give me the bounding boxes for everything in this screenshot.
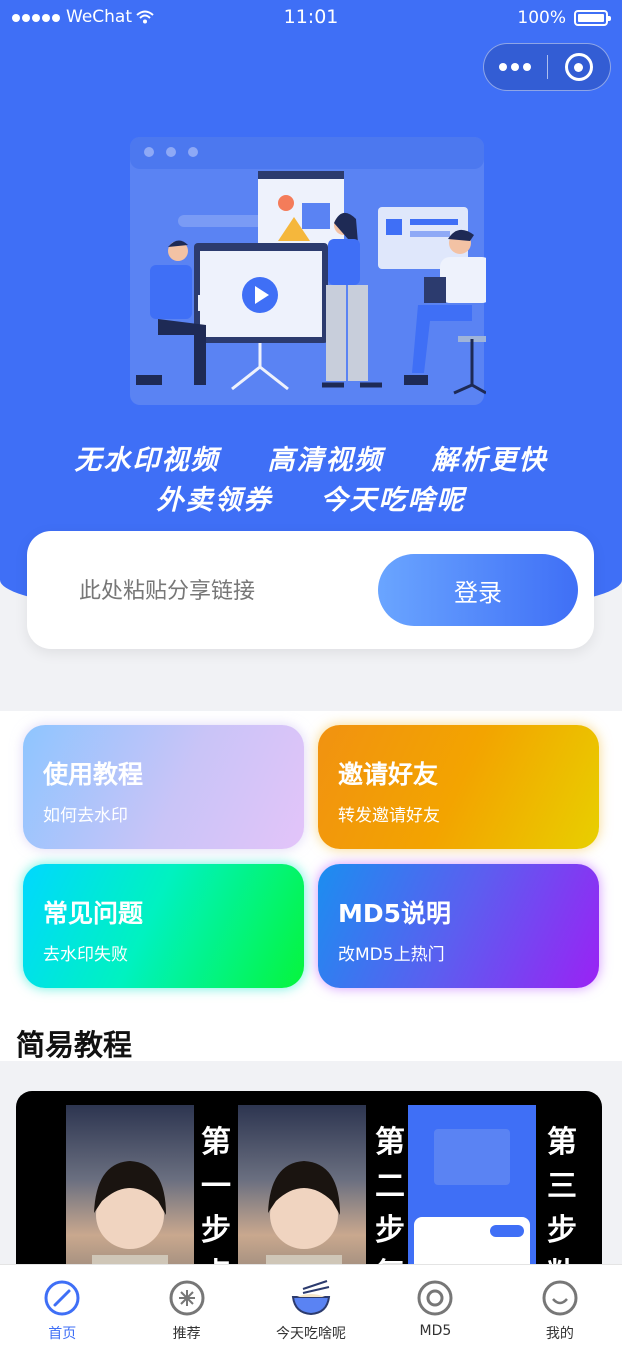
card-tutorial[interactable]: 使用教程 如何去水印 <box>23 725 304 849</box>
tab-label: 我的 <box>545 1326 574 1342</box>
compass-icon <box>44 1280 80 1316</box>
battery-info: 100% <box>517 8 611 28</box>
tab-home[interactable]: 首页 <box>0 1265 124 1348</box>
battery-icon <box>574 10 611 26</box>
slogan-item: 解析更快 <box>431 445 548 476</box>
card-md5[interactable]: MD5说明 改MD5上热门 <box>318 864 599 988</box>
card-title: 邀请好友 <box>338 760 439 789</box>
tab-mine[interactable]: 我的 <box>498 1265 622 1348</box>
card-title: 常见问题 <box>43 899 144 928</box>
miniprogram-capsule <box>483 43 611 91</box>
target-close-icon <box>564 53 593 81</box>
page: WeChat 11:01 100% 无水印视频 高清视频 解析更快 外卖领券 今… <box>0 0 622 1348</box>
tab-md5[interactable]: MD5 <box>373 1265 497 1348</box>
tab-label: 首页 <box>48 1326 77 1342</box>
tab-label: 推荐 <box>172 1326 201 1342</box>
hero-illustration <box>130 137 486 405</box>
card-invite[interactable]: 邀请好友 转发邀请好友 <box>318 725 599 849</box>
card-subtitle: 去水印失败 <box>43 945 128 965</box>
link-input-card: 登录 <box>27 531 594 649</box>
card-subtitle: 如何去水印 <box>43 806 128 826</box>
close-miniprogram-button[interactable] <box>547 53 610 81</box>
slogan-item: 今天吃啥呢 <box>320 485 466 516</box>
section-divider <box>0 1061 622 1079</box>
status-bar: WeChat 11:01 100% <box>0 0 622 36</box>
slogan-item: 外卖领券 <box>156 485 273 516</box>
section-title: 简易教程 <box>16 1028 133 1062</box>
slogan-item: 无水印视频 <box>74 445 220 476</box>
tab-label: 今天吃啥呢 <box>276 1326 347 1342</box>
more-button[interactable] <box>484 63 547 71</box>
target-icon <box>417 1280 453 1316</box>
card-faq[interactable]: 常见问题 去水印失败 <box>23 864 304 988</box>
slogan-item: 高清视频 <box>267 445 384 476</box>
tutorial-image[interactable]: 第一步点 第二步复 第三步粘 <box>16 1091 602 1291</box>
battery-percent: 100% <box>517 8 566 28</box>
slogan-line-2: 外卖领券 今天吃啥呢 <box>0 478 622 517</box>
login-button[interactable]: 登录 <box>378 554 578 626</box>
tab-recommend[interactable]: 推荐 <box>124 1265 248 1348</box>
tab-food[interactable]: 今天吃啥呢 <box>249 1265 373 1348</box>
smile-icon <box>542 1280 578 1316</box>
card-title: MD5说明 <box>338 899 452 928</box>
card-subtitle: 改MD5上热门 <box>338 945 445 965</box>
share-link-input[interactable] <box>79 569 379 613</box>
tab-label: MD5 <box>419 1323 452 1339</box>
card-subtitle: 转发邀请好友 <box>338 806 440 826</box>
slogan-line-1: 无水印视频 高清视频 解析更快 <box>0 438 622 477</box>
snowflake-icon <box>169 1280 205 1316</box>
noodle-bowl-icon <box>291 1280 331 1316</box>
tab-bar: 首页 推荐 今天吃啥呢 MD5 我的 <box>0 1264 622 1348</box>
card-title: 使用教程 <box>43 760 144 789</box>
